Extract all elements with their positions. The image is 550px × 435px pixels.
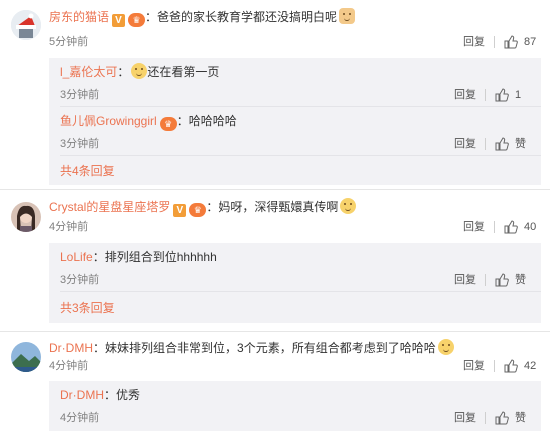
landscape-avatar-icon — [11, 342, 41, 372]
more-replies-link[interactable]: 共3条回复 — [60, 299, 115, 317]
like-count: 赞 — [515, 138, 526, 150]
comment-time: 4分钟前 — [49, 360, 89, 372]
divider — [60, 291, 541, 292]
comment-username[interactable]: Crystal的星盘星座塔罗 — [49, 200, 170, 214]
divider — [60, 155, 541, 156]
reply-actions: 回复 赞 — [454, 271, 529, 289]
comment-item: Dr·DMH：妹妹排列组合非常到位，3个元素，所有组合都考虑到了哈哈哈 4分钟前… — [0, 338, 550, 434]
thumbs-up-icon[interactable] — [504, 220, 518, 234]
reply-item: Dr·DMH：优秀 4分钟前 回复 赞 — [49, 381, 541, 429]
comment-header: 房东的猫语 V ♛ ：爸爸的家长教育学都还没搞明白呢 — [49, 7, 356, 27]
divider — [494, 360, 495, 372]
comment-username[interactable]: 房东的猫语 — [49, 10, 109, 24]
comment-time: 4分钟前 — [49, 221, 89, 233]
like-count: 1 — [515, 89, 522, 101]
avatar[interactable] — [11, 342, 41, 372]
like-count: 42 — [524, 360, 537, 372]
girl-photo-avatar-icon — [11, 202, 41, 232]
christmas-hat-avatar-icon — [11, 10, 41, 40]
comment-actions: 回复 40 — [463, 218, 538, 236]
reply-item: LoLife：排列组合到位hhhhhh 3分钟前 回复 赞 — [49, 243, 541, 291]
reply-username[interactable]: Dr·DMH — [60, 388, 104, 402]
divider — [0, 331, 550, 332]
comment-text: 妹妹排列组合非常到位，3个元素，所有组合都考虑到了哈哈哈 — [105, 341, 436, 355]
thumbs-up-icon[interactable] — [495, 411, 509, 425]
like-count: 赞 — [515, 412, 526, 424]
reply-username[interactable]: LoLife — [60, 250, 93, 264]
comment-actions: 回复 42 — [463, 357, 538, 375]
divider — [485, 274, 486, 286]
reply-list: LoLife：排列组合到位hhhhhh 3分钟前 回复 赞 共3条回复 — [49, 243, 541, 323]
comment-item: 房东的猫语 V ♛ ：爸爸的家长教育学都还没搞明白呢 5分钟前 回复 87 l_嘉伦太… — [0, 7, 550, 185]
divider — [494, 36, 495, 48]
comment-item: Crystal的星盘星座塔罗 V ♛ ：妈呀，深得甄嬛真传啊 4分钟前 回复 40 L… — [0, 197, 550, 327]
like-count: 赞 — [515, 274, 526, 286]
reply-item: l_嘉伦太可： 还在看第一页 3分钟前 回复 1 — [49, 58, 541, 106]
vip-badge-icon: ♛ — [159, 117, 177, 131]
doge-emoji-icon — [437, 339, 454, 355]
cat-emoji-icon — [339, 8, 356, 24]
reply-button[interactable]: 回复 — [454, 135, 476, 153]
comment-username[interactable]: Dr·DMH — [49, 341, 93, 355]
comment-header: Crystal的星盘星座塔罗 V ♛ ：妈呀，深得甄嬛真传啊 — [49, 197, 357, 217]
reply-actions: 回复 1 — [454, 86, 529, 104]
reply-time: 3分钟前 — [60, 274, 100, 286]
vip-badge-icon: ♛ — [128, 13, 146, 27]
reply-button[interactable]: 回复 — [454, 409, 476, 427]
reply-text: 还在看第一页 — [147, 65, 220, 79]
divider — [494, 221, 495, 233]
avatar[interactable] — [11, 202, 41, 232]
reply-button[interactable]: 回复 — [454, 86, 476, 104]
reply-time: 3分钟前 — [60, 89, 100, 101]
verified-badge-icon: V — [112, 14, 126, 27]
reply-list: Dr·DMH：优秀 4分钟前 回复 赞 — [49, 381, 541, 431]
reply-text: 哈哈哈哈 — [188, 114, 237, 128]
thumbs-up-icon[interactable] — [504, 35, 518, 49]
reply-actions: 回复 赞 — [454, 409, 529, 427]
like-count: 40 — [524, 221, 537, 233]
reply-actions: 回复 赞 — [454, 135, 529, 153]
reply-list: l_嘉伦太可： 还在看第一页 3分钟前 回复 1 鱼儿佩Growinggirl ♛：… — [49, 58, 541, 185]
reply-time: 3分钟前 — [60, 138, 100, 150]
reply-username[interactable]: l_嘉伦太可 — [60, 65, 117, 79]
thumbs-up-icon[interactable] — [495, 137, 509, 151]
comment-text: 妈呀，深得甄嬛真传啊 — [218, 200, 339, 214]
divider — [485, 89, 486, 101]
verified-badge-icon: V — [173, 204, 187, 217]
smile-emoji-icon — [131, 63, 148, 79]
more-replies-link[interactable]: 共4条回复 — [60, 162, 115, 180]
thumbs-up-icon[interactable] — [504, 359, 518, 373]
thumbs-up-icon[interactable] — [495, 88, 509, 102]
comment-header: Dr·DMH：妹妹排列组合非常到位，3个元素，所有组合都考虑到了哈哈哈 — [49, 338, 454, 358]
divider — [0, 189, 550, 190]
vip-badge-icon: ♛ — [189, 203, 207, 217]
reply-button[interactable]: 回复 — [463, 33, 485, 51]
divider — [485, 138, 486, 150]
divider — [485, 412, 486, 424]
reply-text: 优秀 — [116, 388, 141, 402]
reply-button[interactable]: 回复 — [463, 357, 485, 375]
reply-text: 排列组合到位hhhhhh — [104, 250, 217, 264]
reply-button[interactable]: 回复 — [463, 218, 485, 236]
reply-item: 鱼儿佩Growinggirl ♛ ：哈哈哈哈 3分钟前 回复 赞 — [49, 107, 541, 155]
avatar[interactable] — [11, 10, 41, 40]
doge-emoji-icon — [340, 198, 357, 214]
reply-username[interactable]: 鱼儿佩Growinggirl — [60, 114, 157, 128]
comment-actions: 回复 87 — [463, 33, 538, 51]
reply-time: 4分钟前 — [60, 412, 100, 424]
like-count: 87 — [524, 36, 537, 48]
thumbs-up-icon[interactable] — [495, 273, 509, 287]
reply-button[interactable]: 回复 — [454, 271, 476, 289]
comment-text: 爸爸的家长教育学都还没搞明白呢 — [157, 10, 338, 24]
comment-time: 5分钟前 — [49, 36, 89, 48]
